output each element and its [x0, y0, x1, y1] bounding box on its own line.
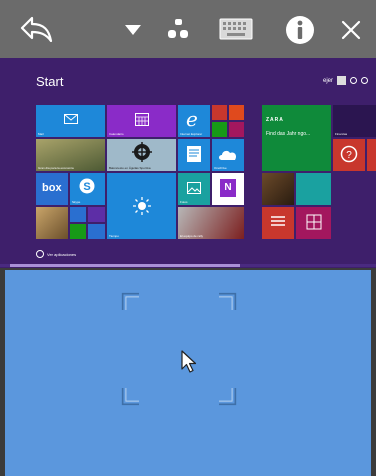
tile-store[interactable] [70, 224, 86, 239]
tile-desktop[interactable] [36, 207, 68, 239]
power-icon[interactable] [350, 77, 357, 84]
tile-reading-list[interactable] [178, 139, 210, 171]
tile-camera[interactable] [229, 122, 244, 137]
tile-help[interactable] [70, 207, 86, 222]
tile-label: OneDrive [214, 166, 227, 170]
tile-games[interactable] [212, 122, 227, 137]
tile-label: El equipo de rally [180, 234, 204, 238]
user-name: ejer [322, 77, 333, 84]
tile-music[interactable] [229, 105, 244, 120]
start-title: Start [36, 74, 64, 89]
tile-settings[interactable] [88, 207, 105, 222]
corner-top-left-icon [121, 292, 139, 310]
tile-label: Fotos [180, 200, 188, 204]
tile-fashion[interactable]: ZARA Find das Jahr ngo... [262, 105, 331, 171]
tile-sports[interactable] [296, 173, 331, 205]
down-arrow-icon [36, 250, 44, 258]
scrollbar-thumb[interactable] [10, 264, 240, 267]
tile-pc[interactable] [88, 224, 105, 239]
tile-health[interactable]: ? [333, 139, 365, 171]
tile-label: Gran día para la economía [38, 166, 74, 170]
tile-label: Skype [72, 200, 81, 204]
tile-mail[interactable]: Mail [36, 105, 105, 137]
mouse-pointer-icon [181, 350, 197, 373]
corner-bottom-left-icon [121, 388, 139, 406]
fashion-brand: ZARA [266, 117, 284, 123]
tile-skype[interactable]: S Skype [70, 173, 105, 205]
fashion-text: Find das Jahr ngo... [266, 131, 311, 137]
svg-text:?: ? [346, 150, 352, 161]
tile-label: Calendario [109, 132, 124, 136]
tile-label: Finanzas [335, 132, 348, 136]
tile-maps[interactable]: Baloncesto en Águilas Sportiva [107, 139, 176, 171]
tile-news[interactable]: Gran día para la economía [36, 139, 105, 171]
tile-onenote[interactable]: N [212, 173, 244, 205]
tile-box[interactable]: box [36, 173, 68, 205]
box-logo-icon: box [42, 182, 62, 194]
tile-label: Internet Explorer [180, 132, 203, 136]
user-area[interactable]: ejer [323, 76, 368, 85]
keyboard-icon[interactable] [218, 17, 254, 41]
toolbar [0, 0, 376, 58]
svg-text:S: S [83, 181, 90, 193]
tile-food-drink[interactable] [296, 207, 331, 239]
tile-finance[interactable]: Finanzas [333, 105, 376, 137]
all-apps-button[interactable]: Ver aplicaciones [36, 250, 76, 258]
corner-bottom-right-icon [219, 388, 237, 406]
tile-label: Mail [38, 132, 44, 136]
tile-food[interactable] [262, 173, 294, 205]
all-apps-label: Ver aplicaciones [47, 251, 77, 257]
info-icon[interactable] [285, 15, 315, 45]
tile-onedrive[interactable]: OneDrive [212, 139, 244, 171]
tile-video-app[interactable]: El equipo de rally [178, 207, 244, 239]
tile-reader[interactable] [262, 207, 294, 239]
avatar [337, 76, 346, 85]
horizontal-scrollbar[interactable] [0, 264, 376, 267]
tile-weather[interactable]: Tiempo [107, 173, 176, 239]
dropdown-icon[interactable] [124, 24, 142, 36]
tile-label: Baloncesto en Águilas Sportiva [109, 166, 151, 170]
close-icon[interactable] [340, 19, 362, 41]
tile-photos[interactable]: Fotos [178, 173, 210, 205]
tile-video[interactable] [212, 105, 227, 120]
mouse-icon[interactable] [166, 18, 190, 40]
search-icon[interactable] [361, 77, 368, 84]
tile-label: Tiempo [109, 234, 119, 238]
corner-top-right-icon [219, 292, 237, 310]
back-icon[interactable] [20, 14, 54, 44]
remote-screen[interactable]: Start ejer Mail Calendario e Internet Ex… [0, 58, 376, 268]
tile-calendar[interactable]: Calendario [107, 105, 176, 137]
tile-travel[interactable] [367, 139, 376, 171]
tile-ie[interactable]: e Internet Explorer [178, 105, 210, 137]
touchpad-area[interactable] [5, 270, 371, 476]
